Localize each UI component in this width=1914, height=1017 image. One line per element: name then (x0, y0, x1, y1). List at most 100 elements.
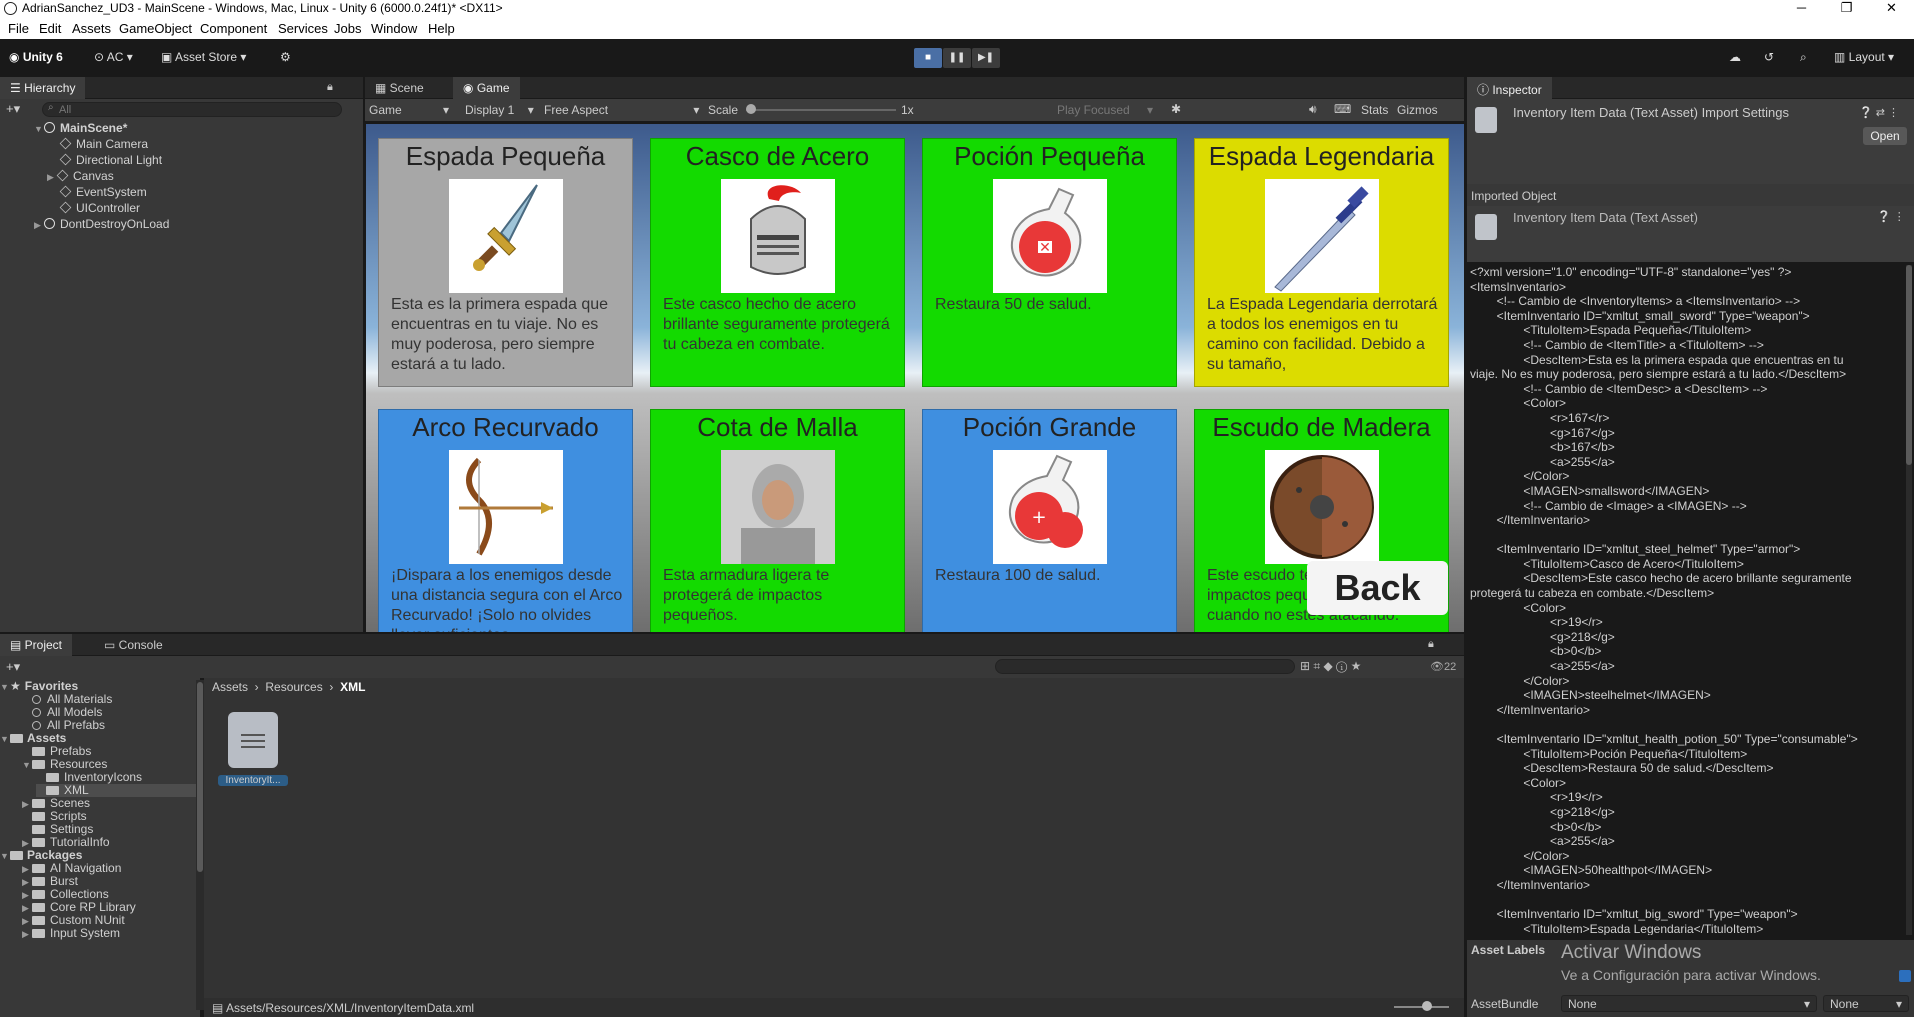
breadcrumb-assets[interactable]: Assets (212, 680, 248, 694)
expand-icon[interactable]: ▼ (0, 850, 10, 863)
hierarchy-item-mainscene[interactable]: ▼ MainScene* (34, 121, 127, 137)
scale-label: Scale (708, 103, 739, 117)
tab-hierarchy[interactable]: ☰ Hierarchy (0, 77, 86, 99)
hierarchy-item-uicontroller[interactable]: UIController (59, 201, 140, 217)
hierarchy-item-directional-light[interactable]: Directional Light (59, 153, 163, 169)
tab-project[interactable]: ▤ Project (0, 634, 73, 656)
game-mode-dropdown[interactable]: Game ▾ (369, 103, 449, 117)
tab-inspector[interactable]: ⓘ Inspector (1467, 77, 1552, 99)
project-toolbar: +▾ ⊞ ⌗ ◆ ⓘ ★ 👁︎22 (0, 656, 1464, 678)
audio-icon[interactable]: 🔊︎ (1309, 102, 1317, 117)
expand-icon[interactable]: ▶ (47, 172, 57, 183)
menu-file[interactable]: File (8, 21, 29, 36)
menu-help[interactable]: Help (428, 21, 455, 36)
tab-game[interactable]: ◉ Game (453, 77, 520, 99)
file-label[interactable]: InventoryIt... (218, 775, 288, 786)
item-card[interactable]: Casco de Acero Este casco hecho de acero … (650, 138, 905, 387)
hierarchy-item-dontdestroyonload[interactable]: ▶ DontDestroyOnLoad (34, 217, 169, 233)
menu-edit[interactable]: Edit (39, 21, 61, 36)
add-icon[interactable]: +▾ (6, 101, 20, 117)
add-icon[interactable]: +▾ (6, 659, 20, 675)
display-dropdown[interactable]: Display 1 ▾ (465, 103, 534, 117)
expand-icon[interactable]: ▶ (34, 220, 44, 231)
breadcrumb-xml[interactable]: XML (340, 680, 365, 694)
open-button[interactable]: Open (1863, 127, 1907, 145)
account-button[interactable]: ⊙ AC ▾ (94, 50, 133, 64)
project-search-input[interactable] (995, 659, 1295, 674)
bug-icon[interactable]: ✱ (1171, 102, 1181, 116)
game-view[interactable]: Espada Pequeña Esta es la primera espada … (366, 124, 1464, 632)
history-icon[interactable]: ↺ (1764, 50, 1774, 64)
text-asset-icon (1475, 107, 1497, 133)
xml-line: <g>218</g> (1470, 804, 1615, 819)
item-card[interactable]: Poción Grande + Restaura 100 de salud. (922, 409, 1177, 632)
item-title: Poción Pequeña (954, 141, 1145, 171)
label-tag-icon[interactable] (1899, 970, 1911, 982)
tab-console[interactable]: ▭ Console (94, 634, 173, 656)
project-content: Assets › Resources › XML InventoryIt... (204, 678, 1464, 998)
lock-icon[interactable]: 🔒︎ (327, 81, 333, 94)
hierarchy-item-eventsystem[interactable]: EventSystem (59, 185, 147, 201)
breadcrumb-resources[interactable]: Resources (265, 680, 322, 694)
aspect-dropdown[interactable]: Free Aspect ▾ (544, 103, 699, 117)
inspector-footer: Asset Labels Activar Windows Ve a Config… (1467, 940, 1914, 1017)
lock-icon[interactable]: 🔒︎ (1428, 638, 1434, 651)
close-button[interactable]: ✕ (1869, 0, 1914, 18)
keyboard-icon[interactable]: ⌨ (1334, 102, 1351, 116)
step-button[interactable]: ▶❚ (972, 48, 1000, 68)
help-icon[interactable]: ❔ ⇄ ⋮ (1859, 106, 1899, 119)
xml-line: <b>0</b> (1470, 644, 1602, 659)
menu-component[interactable]: Component (200, 21, 267, 36)
menu-assets[interactable]: Assets (72, 21, 111, 36)
pause-button[interactable]: ❚❚ (943, 48, 971, 68)
tree-item[interactable]: ▶ Input System (22, 927, 120, 940)
item-card[interactable]: Poción Pequeña ✕ Restaura 50 de salud. (922, 138, 1177, 387)
tree-scrollbar[interactable] (196, 680, 204, 1010)
tree-item-label: Burst (50, 874, 79, 888)
layout-dropdown[interactable]: ▥ Layout ▾ (1834, 50, 1894, 64)
item-card[interactable]: Arco Recurvado ¡Dispara a los enemigos de… (378, 409, 633, 632)
item-card[interactable]: Espada Pequeña Esta es la primera espada … (378, 138, 633, 387)
maximize-button[interactable]: ❐ (1824, 0, 1869, 18)
search-icon[interactable]: ⌕ (1800, 50, 1807, 65)
tree-item-label: Core RP Library (50, 900, 136, 914)
item-card[interactable]: Cota de Malla Esta armadura ligera te pro… (650, 409, 905, 632)
tree-item[interactable]: InventoryIcons (36, 771, 142, 784)
cloud-icon[interactable]: ☁ (1729, 50, 1741, 64)
assetbundle-dropdown[interactable]: None ▾ (1561, 995, 1817, 1012)
unity-version-button[interactable]: ◉ Unity 6 (9, 50, 63, 64)
tab-scene[interactable]: ▦ Scene (365, 77, 434, 99)
item-card[interactable]: Espada Legendaria La Espada Legendaria de… (1194, 138, 1449, 387)
play-focused-dropdown[interactable]: Play Focused ▾ (1057, 103, 1153, 117)
imported-object-header: Inventory Item Data (Text Asset) ❔ ⋮ (1467, 206, 1914, 262)
menu-jobs[interactable]: Jobs (334, 21, 361, 36)
icon-size-slider-handle[interactable] (1422, 1001, 1432, 1011)
menu-gameobject[interactable]: GameObject (119, 21, 192, 36)
expand-icon[interactable]: ▼ (34, 124, 44, 134)
hierarchy-item-main-camera[interactable]: Main Camera (59, 137, 148, 153)
expand-icon[interactable]: ▼ (0, 733, 10, 746)
back-button[interactable]: Back (1307, 561, 1448, 615)
asset-store-button[interactable]: ▣ Asset Store ▾ (161, 50, 246, 64)
filter-icons[interactable]: ⊞ ⌗ ◆ ⓘ ★ (1300, 659, 1361, 674)
expand-icon[interactable]: ▶ (22, 928, 32, 941)
scale-slider-handle[interactable] (746, 104, 756, 114)
expand-icon[interactable]: ▼ (22, 759, 32, 772)
hierarchy-item-canvas[interactable]: ▶ Canvas (47, 169, 114, 185)
minimize-button[interactable]: ─ (1779, 0, 1824, 18)
hierarchy-search-input[interactable] (42, 102, 342, 117)
stats-button[interactable]: Stats (1361, 103, 1388, 117)
help-icon[interactable]: ❔ ⋮ (1877, 210, 1905, 223)
xml-file-icon[interactable] (228, 712, 278, 768)
expand-icon[interactable]: ▼ (0, 681, 10, 694)
menu-services[interactable]: Services (278, 21, 328, 36)
scale-slider[interactable] (746, 109, 896, 111)
cloud-settings-icon[interactable]: ⚙ (280, 50, 291, 64)
gizmos-button[interactable]: Gizmos (1397, 103, 1438, 117)
hierarchy-item-label: Directional Light (76, 153, 163, 167)
item-title: Casco de Acero (685, 141, 870, 171)
assetbundle-variant-dropdown[interactable]: None ▾ (1823, 995, 1909, 1012)
menu-window[interactable]: Window (371, 21, 417, 36)
inspector-scrollbar[interactable] (1906, 265, 1912, 935)
play-button[interactable]: ■ (914, 48, 942, 68)
